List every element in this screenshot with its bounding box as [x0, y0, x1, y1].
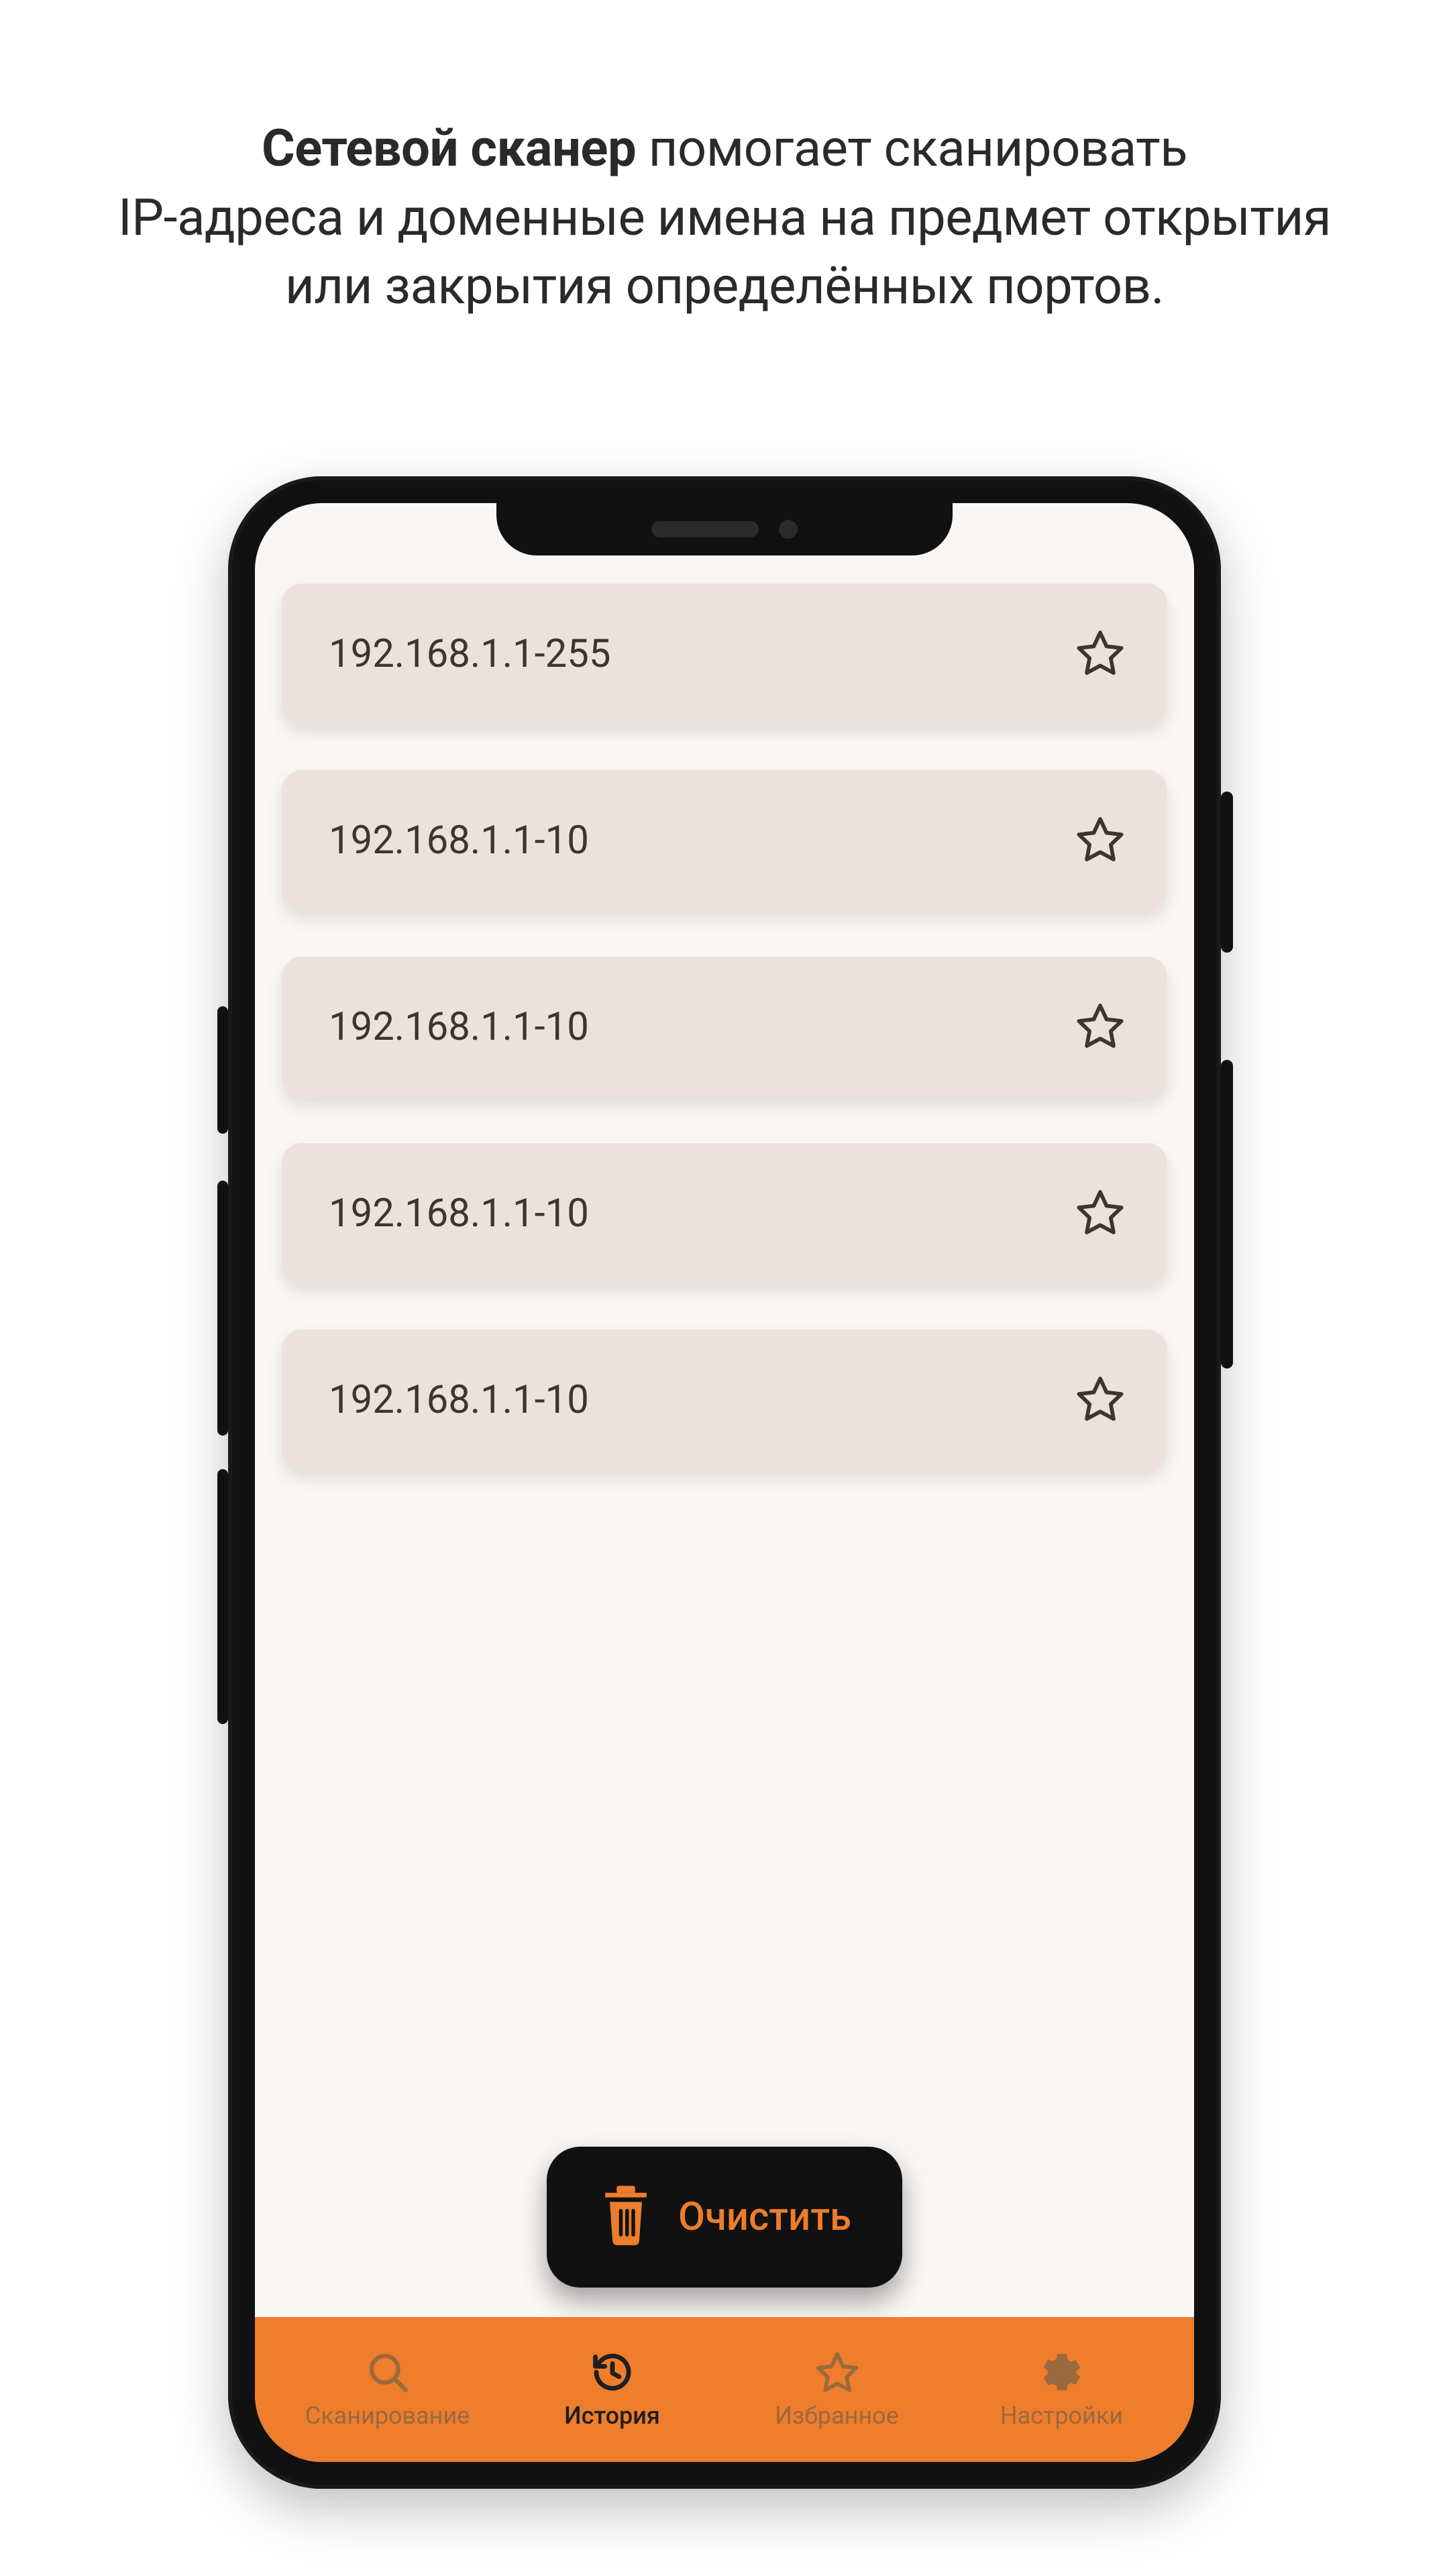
favorite-toggle[interactable] [1073, 1187, 1127, 1240]
clear-button[interactable]: Очистить [547, 2147, 902, 2288]
favorite-toggle[interactable] [1073, 627, 1127, 681]
star-outline-icon [1075, 1373, 1126, 1427]
phone-notch [496, 503, 953, 555]
favorite-toggle[interactable] [1073, 1373, 1127, 1427]
history-item[interactable]: 192.168.1.1-10 [282, 1143, 1167, 1284]
nav-item-favorites[interactable]: Избранное [724, 2349, 949, 2430]
favorite-toggle[interactable] [1073, 814, 1127, 867]
bottom-nav: Сканирование История Избранное [255, 2317, 1194, 2462]
headline-line3: или закрытия определённых портов. [285, 256, 1164, 316]
headline-bold: Сетевой сканер [262, 118, 636, 178]
history-item-ip: 192.168.1.1-10 [329, 1191, 589, 1236]
star-outline-icon [1075, 627, 1126, 681]
nav-item-settings[interactable]: Настройки [949, 2349, 1174, 2430]
nav-item-label: Избранное [775, 2402, 899, 2430]
front-camera [779, 520, 798, 539]
nav-item-scan[interactable]: Сканирование [275, 2349, 500, 2430]
speaker-slot [651, 521, 759, 537]
headline-rest1: помогает сканировать [636, 118, 1187, 178]
star-outline-icon [1075, 814, 1126, 867]
nav-item-label: История [564, 2402, 660, 2430]
history-list: 192.168.1.1-255 192.168.1.1-10 192.168.1… [282, 584, 1167, 1470]
phone-side-button [217, 1181, 228, 1436]
phone-side-button [1221, 1060, 1233, 1368]
history-item-ip: 192.168.1.1-10 [329, 1377, 589, 1423]
nav-item-label: Настройки [1000, 2402, 1123, 2430]
star-outline-icon [1075, 1187, 1126, 1240]
favorite-toggle[interactable] [1073, 1000, 1127, 1054]
history-icon [590, 2349, 635, 2398]
search-icon [365, 2349, 411, 2398]
phone-screen: 192.168.1.1-255 192.168.1.1-10 192.168.1… [255, 503, 1194, 2462]
phone-side-button [217, 1006, 228, 1134]
history-item-ip: 192.168.1.1-10 [329, 818, 589, 863]
star-outline-icon [1075, 1000, 1126, 1054]
history-item-ip: 192.168.1.1-10 [329, 1004, 589, 1050]
nav-item-label: Сканирование [305, 2402, 470, 2430]
promo-headline: Сетевой сканер помогает сканировать IP-а… [0, 114, 1449, 321]
star-icon [814, 2349, 860, 2398]
history-item[interactable]: 192.168.1.1-10 [282, 1330, 1167, 1470]
history-item[interactable]: 192.168.1.1-10 [282, 957, 1167, 1097]
headline-line2: IP-адреса и доменные имена на предмет от… [118, 187, 1331, 248]
clear-button-label: Очистить [678, 2194, 851, 2240]
history-item-ip: 192.168.1.1-255 [329, 631, 610, 677]
gear-icon [1039, 2349, 1085, 2398]
history-item[interactable]: 192.168.1.1-255 [282, 584, 1167, 724]
phone-side-button [217, 1469, 228, 1724]
trash-icon [598, 2184, 654, 2251]
nav-item-history[interactable]: История [500, 2349, 724, 2430]
phone-frame: 192.168.1.1-255 192.168.1.1-10 192.168.1… [228, 476, 1221, 2489]
phone-side-button [1221, 792, 1233, 953]
history-item[interactable]: 192.168.1.1-10 [282, 770, 1167, 911]
